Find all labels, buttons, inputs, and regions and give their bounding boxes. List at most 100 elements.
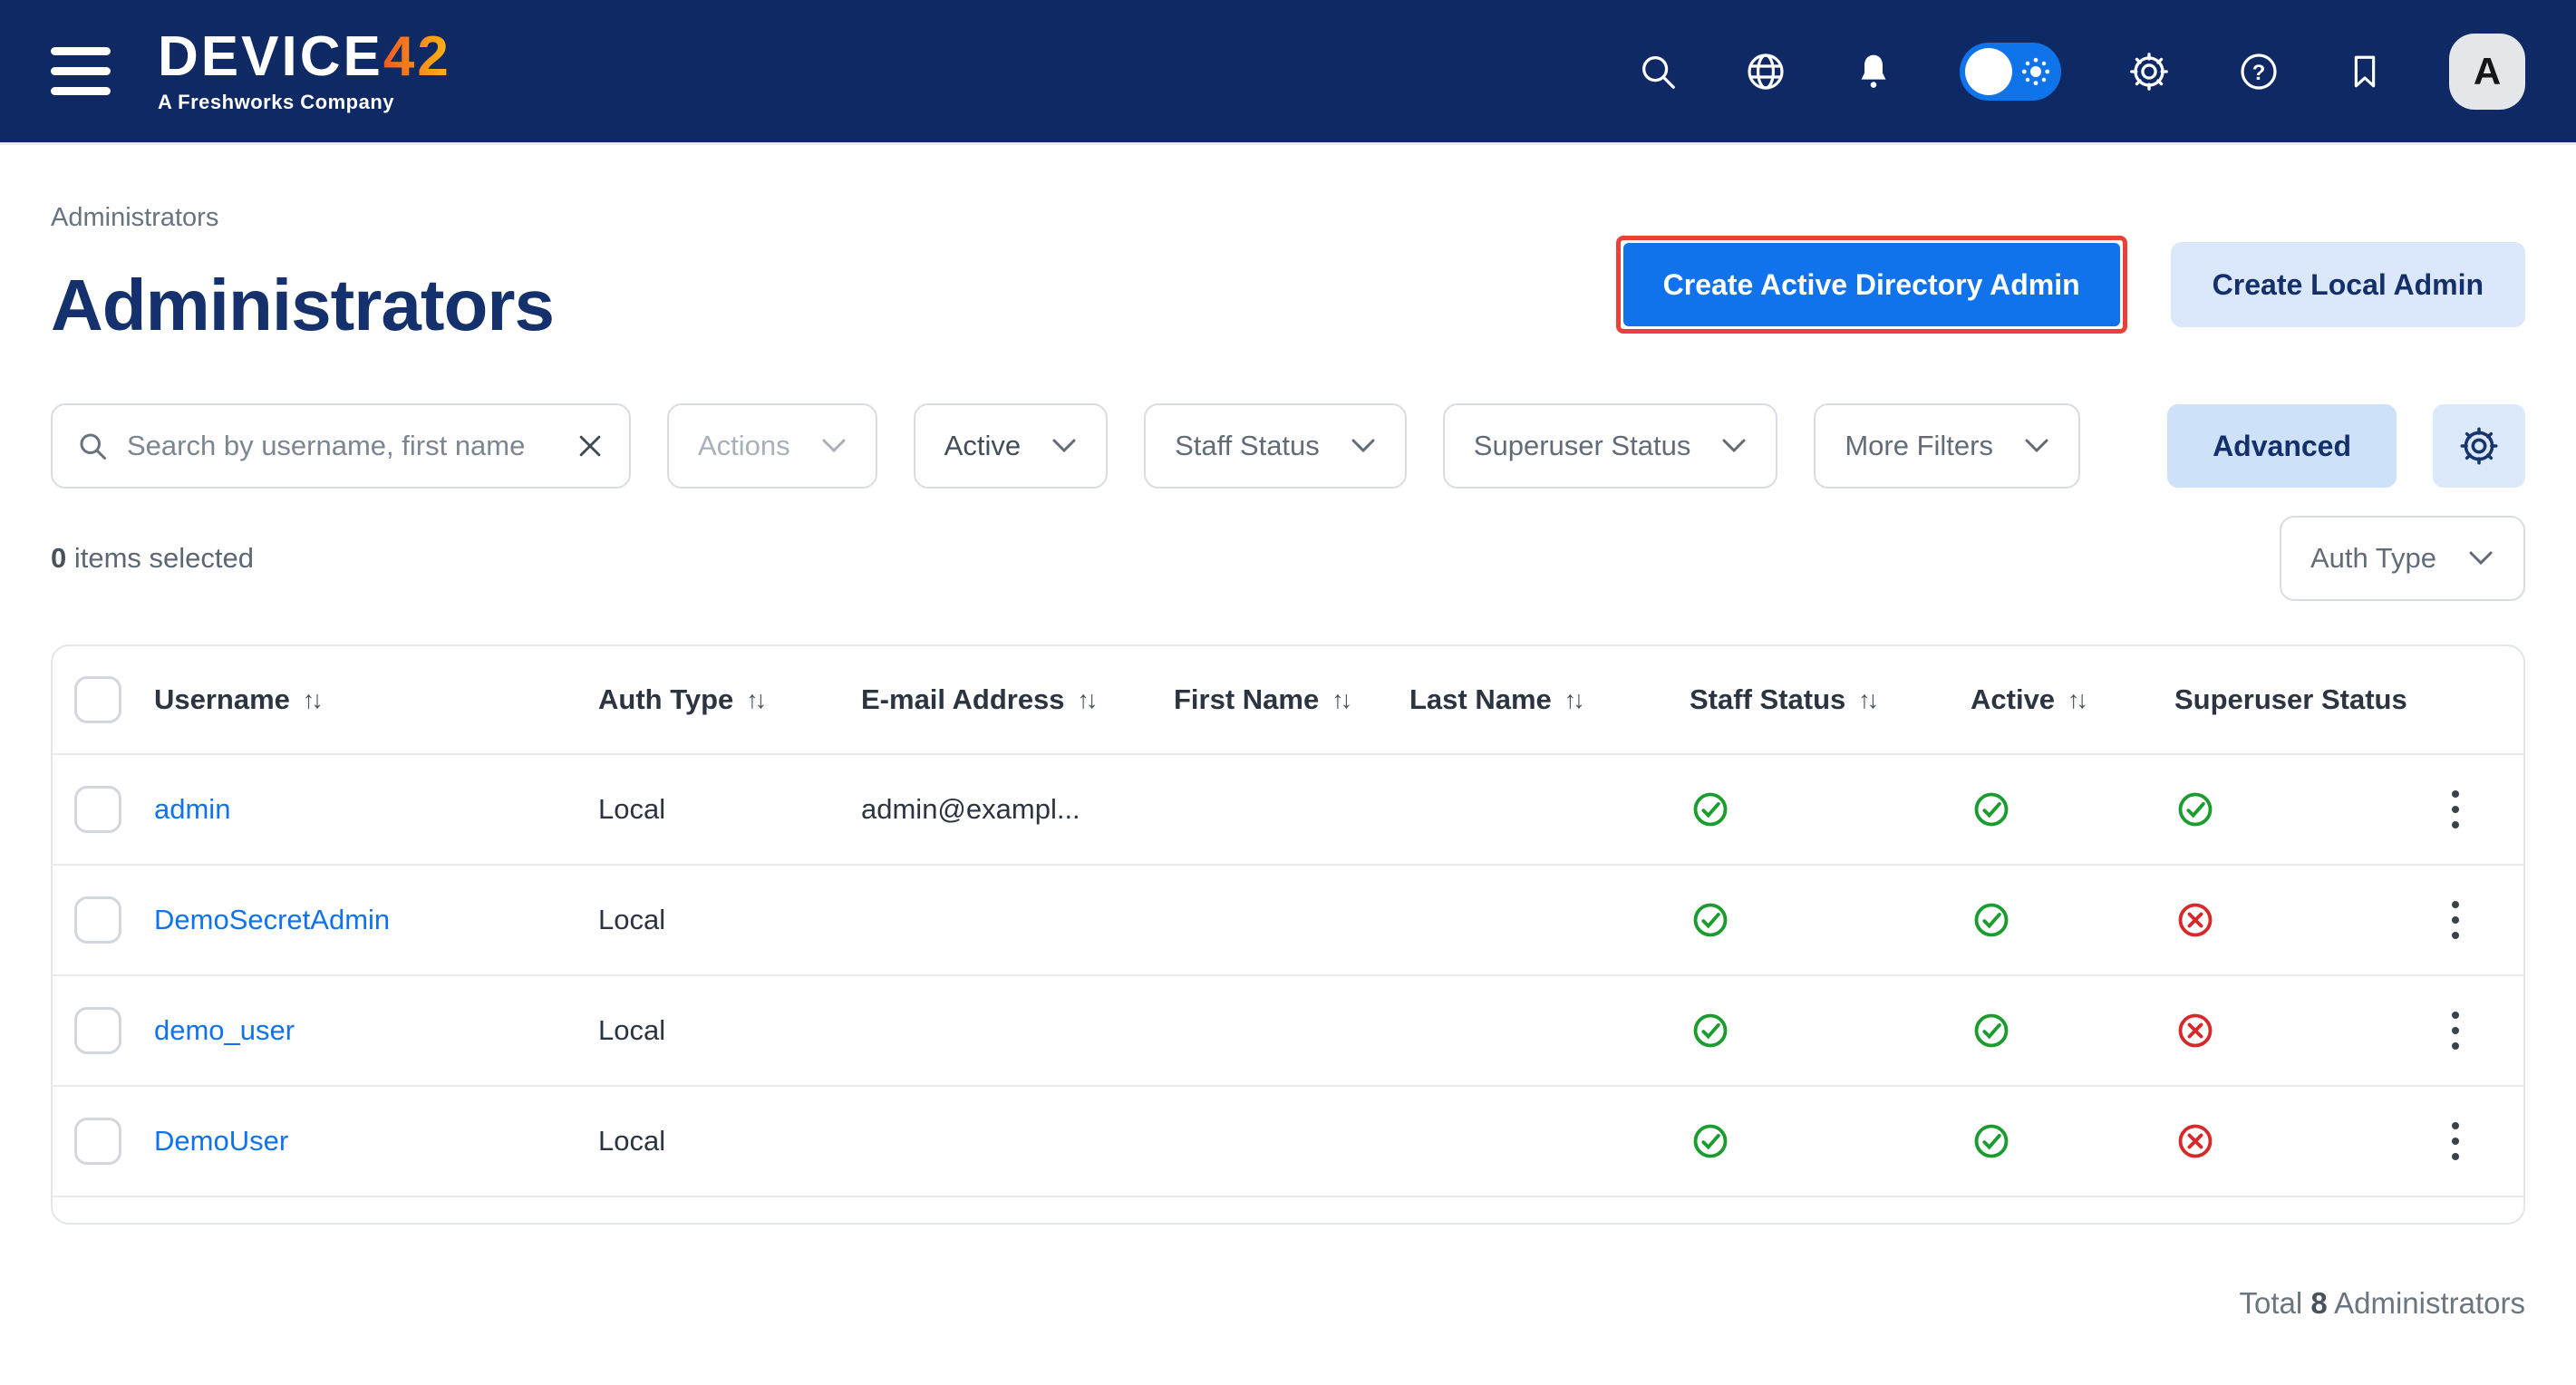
staff-status-icon bbox=[1677, 1120, 1958, 1162]
create-local-admin-button[interactable]: Create Local Admin bbox=[2171, 242, 2525, 327]
items-selected-text: 0 items selected bbox=[51, 542, 254, 575]
superuser-status-icon bbox=[2162, 1010, 2428, 1051]
chevron-down-icon bbox=[1721, 438, 1747, 454]
column-header-username[interactable]: Username↑↓ bbox=[154, 683, 598, 716]
total-count: 8 bbox=[2310, 1286, 2327, 1320]
bookmark-icon[interactable] bbox=[2346, 51, 2384, 92]
auth-type-label: Auth Type bbox=[2310, 542, 2436, 575]
table-row: admin Local admin@exampl... bbox=[53, 753, 2523, 864]
superuser-status-label: Superuser Status bbox=[1474, 430, 1691, 462]
sort-icon: ↑↓ bbox=[746, 686, 763, 714]
username-link[interactable]: DemoSecretAdmin bbox=[154, 904, 598, 936]
active-filter-dropdown[interactable]: Active bbox=[914, 403, 1108, 489]
selected-label: items selected bbox=[66, 542, 254, 574]
actions-dropdown[interactable]: Actions bbox=[667, 403, 877, 489]
column-header-email[interactable]: E-mail Address↑↓ bbox=[861, 683, 1174, 716]
active-status-icon bbox=[1958, 789, 2162, 830]
logo-text: DEVICE bbox=[158, 25, 383, 88]
chevron-down-icon bbox=[2467, 550, 2494, 567]
annotation-highlight-box: Create Active Directory Admin bbox=[1616, 236, 2127, 334]
active-status-icon bbox=[1958, 1010, 2162, 1051]
administrators-table: Username↑↓ Auth Type↑↓ E-mail Address↑↓ … bbox=[51, 644, 2525, 1225]
sun-icon bbox=[2019, 55, 2052, 88]
more-filters-label: More Filters bbox=[1845, 430, 1993, 462]
table-row-partial bbox=[53, 1196, 2523, 1223]
staff-status-icon bbox=[1677, 789, 1958, 830]
top-navbar: DEVICE42 A Freshworks Company bbox=[0, 0, 2576, 145]
theme-toggle[interactable] bbox=[1960, 43, 2061, 101]
chevron-down-icon bbox=[821, 438, 847, 454]
auth-type-cell: Local bbox=[598, 1125, 861, 1157]
superuser-status-icon bbox=[2162, 789, 2428, 830]
superuser-status-icon bbox=[2162, 1120, 2428, 1162]
navbar-actions: ? A bbox=[1637, 34, 2525, 110]
chevron-down-icon bbox=[2024, 438, 2049, 454]
row-checkbox[interactable] bbox=[74, 1007, 121, 1054]
table-header-row: Username↑↓ Auth Type↑↓ E-mail Address↑↓ … bbox=[53, 646, 2523, 753]
search-input[interactable] bbox=[127, 430, 557, 462]
staff-status-dropdown[interactable]: Staff Status bbox=[1144, 403, 1407, 489]
active-status-icon bbox=[1958, 899, 2162, 941]
clear-search-icon[interactable] bbox=[575, 431, 605, 461]
column-header-auth-type[interactable]: Auth Type↑↓ bbox=[598, 683, 861, 716]
administrators-page: DEVICE42 A Freshworks Company bbox=[0, 0, 2576, 1385]
device42-logo[interactable]: DEVICE42 A Freshworks Company bbox=[158, 29, 451, 114]
auth-type-cell: Local bbox=[598, 904, 861, 936]
sort-icon: ↑↓ bbox=[1078, 686, 1095, 714]
page-head: Administrators Administrators Create Act… bbox=[0, 145, 2576, 347]
toggle-knob bbox=[1965, 48, 2012, 95]
row-checkbox[interactable] bbox=[74, 1118, 121, 1165]
gear-icon bbox=[2456, 423, 2502, 469]
help-icon[interactable]: ? bbox=[2237, 50, 2281, 93]
search-box[interactable] bbox=[51, 403, 631, 489]
logo-subtitle: A Freshworks Company bbox=[158, 91, 451, 114]
superuser-status-dropdown[interactable]: Superuser Status bbox=[1443, 403, 1778, 489]
total-count-text: Total 8 Administrators bbox=[51, 1286, 2525, 1321]
table-row: demo_user Local bbox=[53, 974, 2523, 1085]
advanced-button[interactable]: Advanced bbox=[2167, 404, 2397, 488]
table-settings-button[interactable] bbox=[2433, 404, 2525, 488]
active-status-icon bbox=[1958, 1120, 2162, 1162]
column-header-first-name[interactable]: First Name↑↓ bbox=[1174, 683, 1409, 716]
auth-type-cell: Local bbox=[598, 1014, 861, 1047]
column-header-superuser-status: Superuser Status bbox=[2162, 683, 2428, 716]
row-actions-kebab-icon[interactable] bbox=[2428, 1105, 2483, 1177]
select-all-checkbox[interactable] bbox=[74, 676, 121, 723]
chevron-down-icon bbox=[1051, 438, 1077, 454]
hamburger-menu-icon[interactable] bbox=[51, 47, 111, 95]
filter-toolbar: Actions Active Staff Status Superuser St… bbox=[51, 403, 2525, 489]
row-checkbox[interactable] bbox=[74, 896, 121, 944]
staff-status-icon bbox=[1677, 1010, 1958, 1051]
svg-text:?: ? bbox=[2252, 61, 2266, 85]
bell-icon[interactable] bbox=[1853, 51, 1894, 92]
selected-count: 0 bbox=[51, 542, 66, 574]
table-row: DemoUser Local bbox=[53, 1085, 2523, 1196]
auth-type-cell: Local bbox=[598, 793, 861, 826]
username-link[interactable]: DemoUser bbox=[154, 1125, 598, 1157]
gear-icon[interactable] bbox=[2126, 49, 2172, 94]
row-actions-kebab-icon[interactable] bbox=[2428, 994, 2483, 1067]
column-header-active[interactable]: Active↑↓ bbox=[1958, 683, 2162, 716]
selection-row: 0 items selected Auth Type bbox=[51, 516, 2525, 601]
auth-type-dropdown[interactable]: Auth Type bbox=[2280, 516, 2525, 601]
avatar[interactable]: A bbox=[2449, 34, 2525, 110]
globe-icon[interactable] bbox=[1744, 50, 1787, 93]
username-link[interactable]: demo_user bbox=[154, 1014, 598, 1047]
row-actions-kebab-icon[interactable] bbox=[2428, 773, 2483, 846]
breadcrumb[interactable]: Administrators bbox=[51, 203, 2525, 233]
email-cell: admin@exampl... bbox=[861, 793, 1174, 826]
row-actions-kebab-icon[interactable] bbox=[2428, 884, 2483, 956]
actions-dropdown-label: Actions bbox=[698, 430, 790, 462]
username-link[interactable]: admin bbox=[154, 793, 598, 826]
staff-status-icon bbox=[1677, 899, 1958, 941]
more-filters-dropdown[interactable]: More Filters bbox=[1814, 403, 2080, 489]
search-icon[interactable] bbox=[1637, 51, 1679, 92]
create-active-directory-admin-button[interactable]: Create Active Directory Admin bbox=[1623, 243, 2120, 326]
column-header-staff-status[interactable]: Staff Status↑↓ bbox=[1677, 683, 1958, 716]
head-buttons: Create Active Directory Admin Create Loc… bbox=[1616, 236, 2525, 334]
row-checkbox[interactable] bbox=[74, 786, 121, 833]
sort-icon: ↑↓ bbox=[2068, 686, 2085, 714]
active-filter-label: Active bbox=[944, 430, 1021, 462]
column-header-last-name[interactable]: Last Name↑↓ bbox=[1409, 683, 1677, 716]
search-icon bbox=[76, 430, 109, 462]
